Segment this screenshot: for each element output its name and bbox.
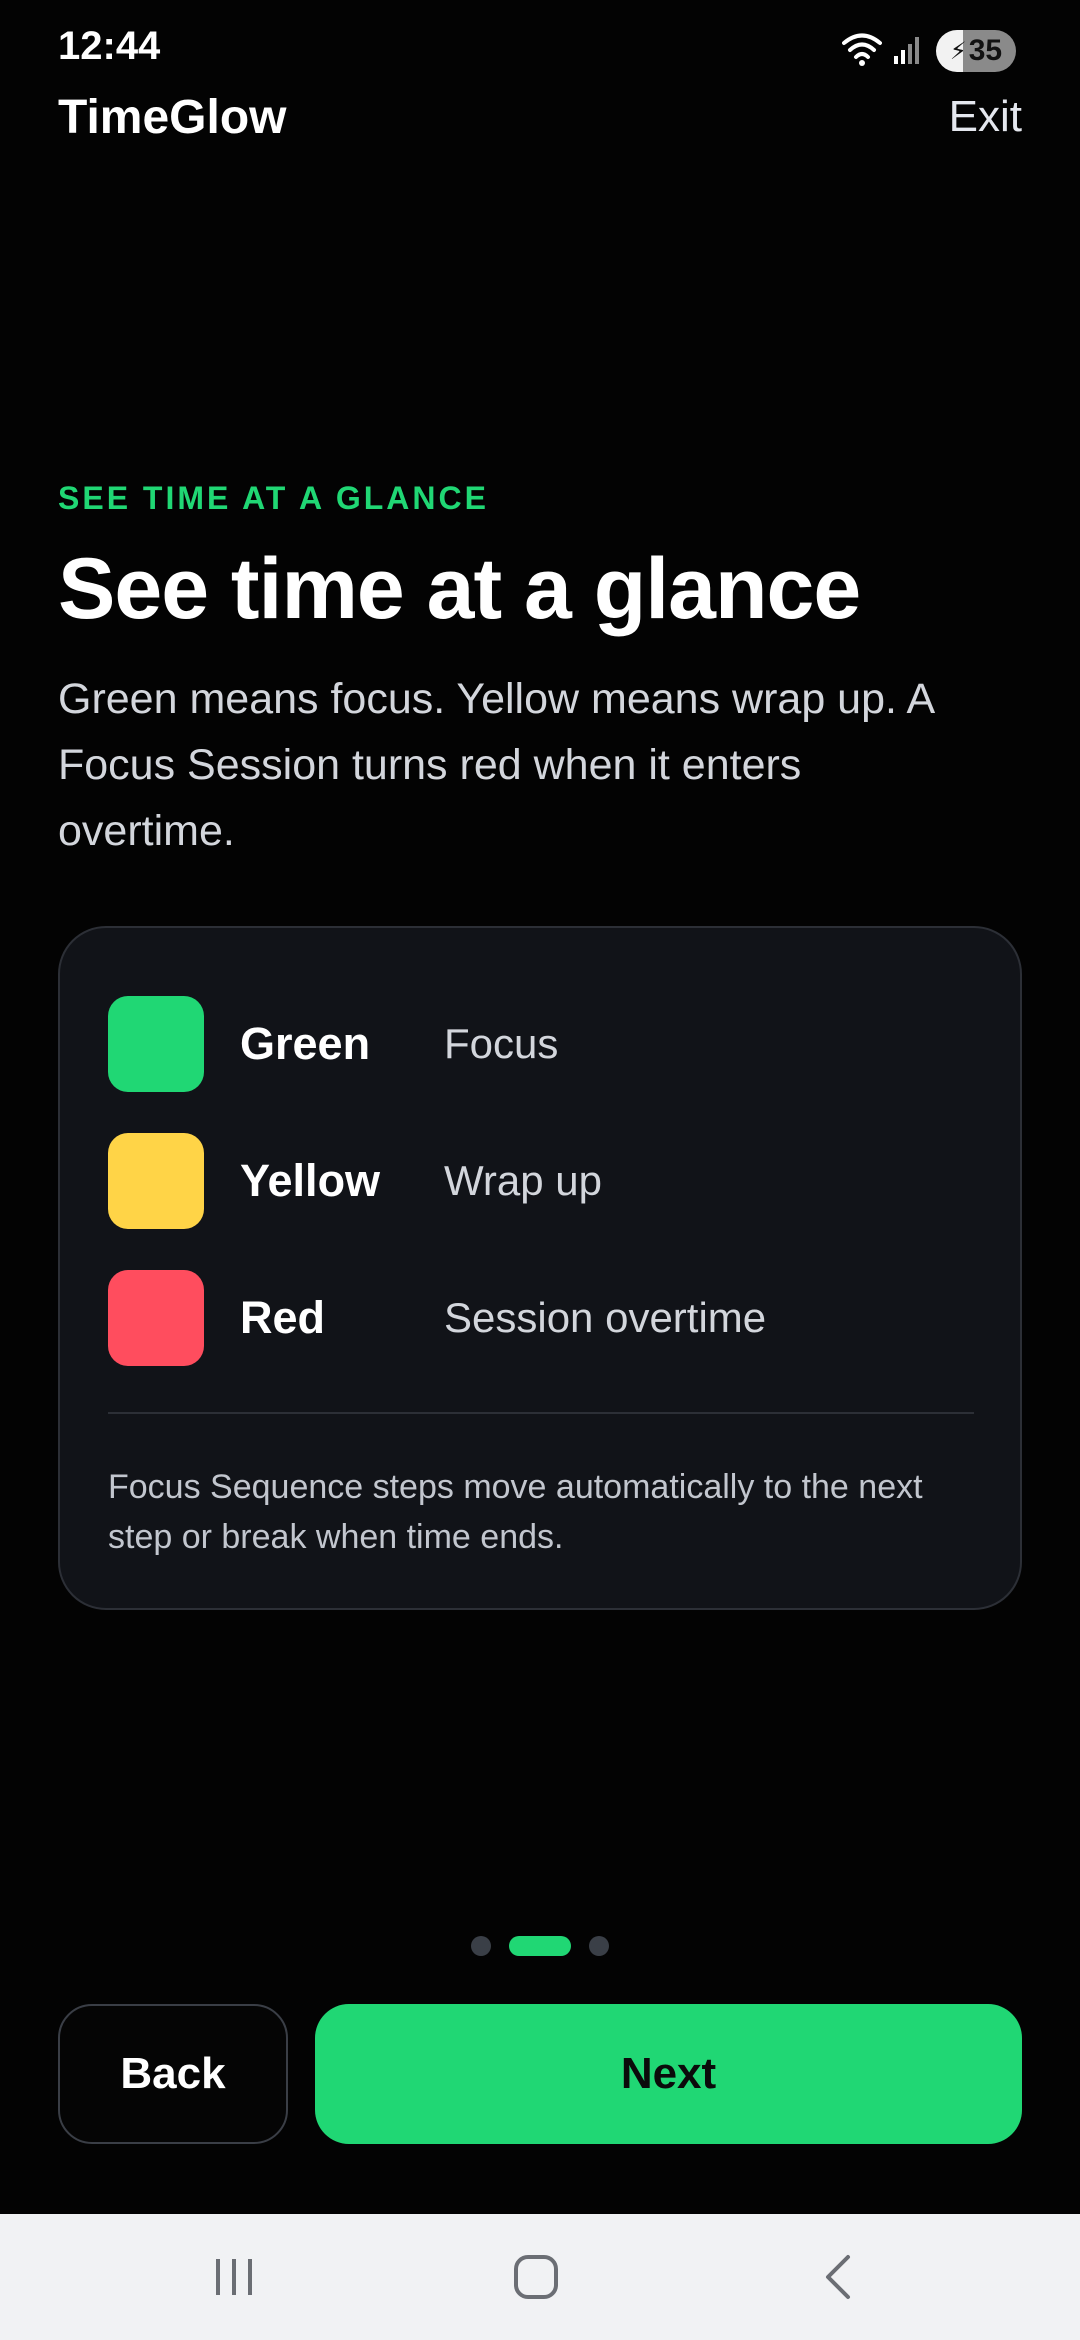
legend-name: Red bbox=[240, 1292, 326, 1343]
divider bbox=[108, 1412, 974, 1414]
page-dot-active bbox=[509, 1936, 571, 1956]
page-dot bbox=[471, 1936, 491, 1956]
legend-meaning: Focus bbox=[444, 1020, 559, 1067]
page-dot bbox=[589, 1936, 609, 1956]
battery-charging-icon: ⚡ 35 bbox=[936, 30, 1016, 72]
app-title: TimeGlow bbox=[58, 91, 287, 144]
page-description: Green means focus. Yellow means wrap up.… bbox=[58, 675, 933, 855]
recents-icon[interactable] bbox=[164, 2214, 304, 2340]
battery-level: 35 bbox=[968, 34, 1003, 67]
legend-meaning: Session overtime bbox=[444, 1294, 767, 1341]
system-nav-bar bbox=[0, 2214, 1080, 2340]
status-bar: 12:44 ⚡ 35 bbox=[0, 0, 1080, 90]
green-swatch bbox=[108, 996, 204, 1092]
status-time: 12:44 bbox=[58, 24, 161, 68]
color-legend-card: Green Focus Yellow Wrap up Red Session o… bbox=[58, 926, 1022, 1610]
page-indicator bbox=[0, 1936, 1080, 1956]
eyebrow-label: SEE TIME AT A GLANCE bbox=[58, 480, 489, 516]
red-swatch bbox=[108, 1270, 204, 1366]
legend-row-red: Red Session overtime bbox=[108, 1270, 968, 1366]
wifi-icon bbox=[842, 32, 882, 71]
legend-footnote: Focus Sequence steps move automatically … bbox=[108, 1468, 923, 1556]
legend-name: Green bbox=[240, 1018, 371, 1069]
home-icon[interactable] bbox=[466, 2214, 606, 2340]
legend-meaning: Wrap up bbox=[444, 1157, 602, 1204]
status-icons: ⚡ 35 bbox=[842, 30, 1016, 72]
page-title: See time at a glance bbox=[58, 541, 861, 637]
bolt-icon: ⚡ bbox=[949, 37, 967, 65]
signal-icon bbox=[894, 32, 924, 71]
exit-button[interactable]: Exit bbox=[949, 92, 1022, 142]
next-button[interactable]: Next bbox=[315, 2004, 1022, 2144]
yellow-swatch bbox=[108, 1133, 204, 1229]
app-header: TimeGlow Exit bbox=[0, 90, 1080, 190]
back-button[interactable]: Back bbox=[58, 2004, 288, 2144]
legend-row-yellow: Yellow Wrap up bbox=[108, 1133, 968, 1229]
legend-row-green: Green Focus bbox=[108, 996, 968, 1092]
legend-name: Yellow bbox=[240, 1155, 381, 1206]
back-icon[interactable] bbox=[768, 2214, 908, 2340]
